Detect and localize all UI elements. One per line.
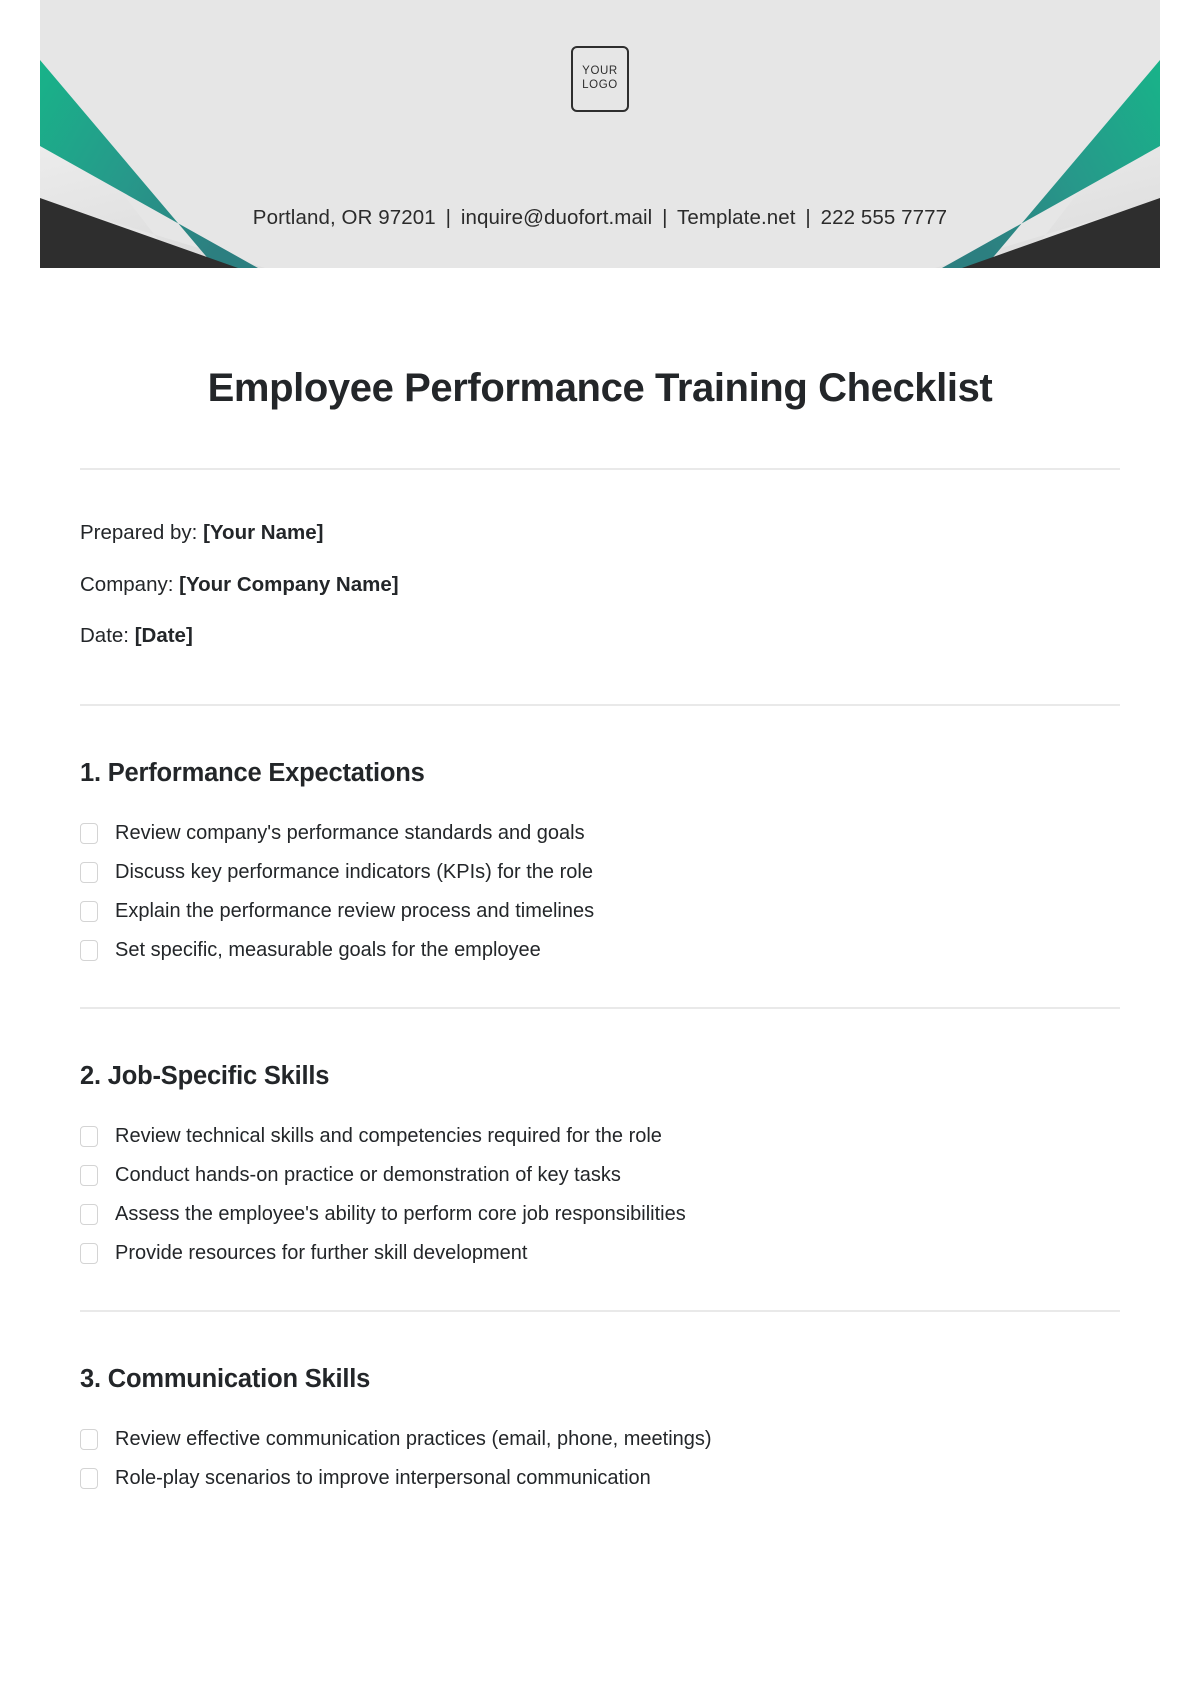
section-title-3: 3. Communication Skills xyxy=(80,1364,371,1393)
checklist-item[interactable]: Set specific, measurable goals for the e… xyxy=(80,934,1120,967)
checklist-item-label: Review technical skills and competencies… xyxy=(115,1124,662,1147)
checklist-item-label: Discuss key performance indicators (KPIs… xyxy=(115,860,593,883)
meta-value-prepared-by: [Your Name] xyxy=(203,521,324,544)
document-meta-block: Prepared by: [Your Name] Company: [Your … xyxy=(80,516,1120,654)
logo-placeholder: YOUR LOGO xyxy=(571,46,629,112)
meta-label-company: Company: xyxy=(80,572,174,596)
contact-separator-3: | xyxy=(805,206,811,229)
checkbox-icon[interactable] xyxy=(80,900,98,922)
contact-email: inquire@duofort.mail xyxy=(460,206,653,229)
checkbox-icon[interactable] xyxy=(80,1428,98,1450)
checklist-item-label: Role-play scenarios to improve interpers… xyxy=(115,1466,651,1489)
checkbox-icon[interactable] xyxy=(80,1164,98,1186)
meta-row-prepared-by: Prepared by: [Your Name] xyxy=(80,516,1120,551)
meta-label-prepared-by: Prepared by: xyxy=(80,521,198,544)
checkbox-icon[interactable] xyxy=(80,1242,98,1264)
divider-after-section-1 xyxy=(80,1006,1120,1009)
checkbox-icon[interactable] xyxy=(80,861,98,883)
checklist-item-label: Set specific, measurable goals for the e… xyxy=(115,938,541,961)
checkbox-icon[interactable] xyxy=(80,1467,98,1489)
meta-value-company: [Your Company Name] xyxy=(179,572,399,596)
document-page: YOUR LOGO Portland, OR 97201 | inquire@d… xyxy=(0,0,1200,1696)
meta-label-date: Date: xyxy=(80,624,129,647)
checklist-2: Review technical skills and competencies… xyxy=(80,1120,1120,1270)
checklist-section-3: 3. Communication Skills Review effective… xyxy=(80,1365,1120,1495)
contact-address: Portland, OR 97201 xyxy=(252,206,436,229)
checklist-section-1: 1. Performance Expectations Review compa… xyxy=(80,759,1120,967)
checklist-item-label: Explain the performance review process a… xyxy=(115,899,595,922)
checklist-item[interactable]: Review company's performance standards a… xyxy=(80,817,1120,850)
checklist-item-label: Conduct hands-on practice or demonstrati… xyxy=(115,1163,621,1186)
contact-info-bar: Portland, OR 97201 | inquire@duofort.mai… xyxy=(40,206,1160,230)
checklist-item[interactable]: Review effective communication practices… xyxy=(80,1423,1120,1456)
divider-under-meta xyxy=(80,703,1120,706)
checklist-item[interactable]: Review technical skills and competencies… xyxy=(80,1120,1120,1153)
checkbox-icon[interactable] xyxy=(80,939,98,961)
contact-separator-2: | xyxy=(662,206,668,229)
logo-line-2: LOGO xyxy=(582,79,618,91)
contact-website: Template.net xyxy=(676,206,796,229)
checklist-item[interactable]: Explain the performance review process a… xyxy=(80,895,1120,928)
checklist-item-label: Provide resources for further skill deve… xyxy=(115,1241,528,1264)
checklist-item-label: Review effective communication practices… xyxy=(115,1427,712,1450)
checklist-1: Review company's performance standards a… xyxy=(80,817,1120,967)
meta-row-company: Company: [Your Company Name] xyxy=(80,568,1120,603)
section-title-1: 1. Performance Expectations xyxy=(80,758,425,787)
checklist-item-label: Review company's performance standards a… xyxy=(115,821,585,844)
checklist-section-2: 2. Job-Specific Skills Review technical … xyxy=(80,1062,1120,1270)
logo-line-1: YOUR xyxy=(582,65,618,78)
document-body: Employee Performance Training Checklist … xyxy=(40,366,1160,1495)
checklist-item[interactable]: Conduct hands-on practice or demonstrati… xyxy=(80,1159,1120,1192)
document-header: YOUR LOGO Portland, OR 97201 | inquire@d… xyxy=(40,0,1160,268)
checklist-item[interactable]: Assess the employee's ability to perform… xyxy=(80,1198,1120,1231)
contact-phone: 222 555 7777 xyxy=(820,206,948,229)
checklist-item-label: Assess the employee's ability to perform… xyxy=(115,1202,686,1225)
page-title: Employee Performance Training Checklist xyxy=(207,366,993,410)
divider-after-section-2 xyxy=(80,1309,1120,1312)
section-title-2: 2. Job-Specific Skills xyxy=(80,1061,330,1090)
checkbox-icon[interactable] xyxy=(80,1203,98,1225)
checklist-item[interactable]: Role-play scenarios to improve interpers… xyxy=(80,1462,1120,1495)
meta-value-date: [Date] xyxy=(134,624,193,647)
checklist-3: Review effective communication practices… xyxy=(80,1423,1120,1495)
meta-row-date: Date: [Date] xyxy=(80,619,1120,654)
checklist-item[interactable]: Discuss key performance indicators (KPIs… xyxy=(80,856,1120,889)
checklist-item[interactable]: Provide resources for further skill deve… xyxy=(80,1237,1120,1270)
contact-separator-1: | xyxy=(445,206,452,229)
divider-under-title xyxy=(80,468,1120,470)
checkbox-icon[interactable] xyxy=(80,1125,98,1147)
checkbox-icon[interactable] xyxy=(80,822,98,844)
